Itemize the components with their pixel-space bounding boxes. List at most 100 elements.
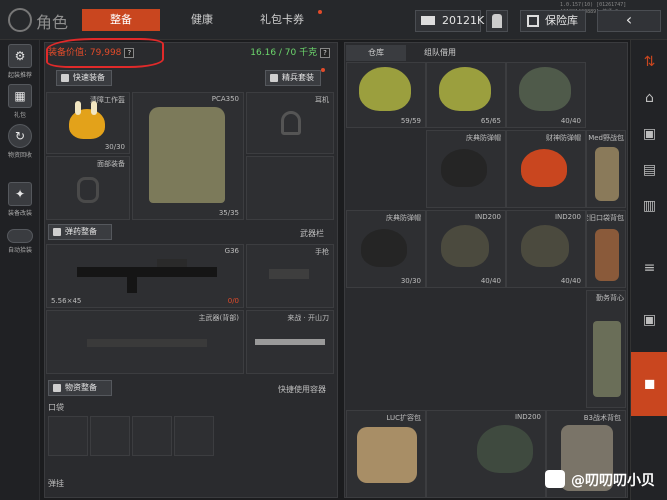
inventory-item[interactable]: 庆典防弹帽 30/30	[346, 210, 426, 288]
rifle-scope-icon	[157, 259, 187, 267]
inventory-item[interactable]: 59/59	[346, 62, 426, 128]
quick-equip-button[interactable]: 快速装备	[56, 70, 112, 86]
inventory-item[interactable]: Med野战包	[586, 130, 626, 208]
inventory-item[interactable]: 老旧口袋背包	[586, 210, 626, 288]
close-button[interactable]: ‹	[597, 10, 661, 32]
slot-label: 耳机	[315, 96, 329, 104]
character-icon	[492, 14, 502, 28]
machete-icon	[255, 339, 325, 345]
bunny-ear-icon	[75, 101, 81, 115]
gear-icon: ⚙	[8, 44, 32, 68]
back-weapon-slot[interactable]: 主武器(背部)	[46, 310, 244, 374]
elite-set-button[interactable]: 精兵套装	[265, 70, 321, 86]
page-title: 角色	[36, 13, 69, 32]
currency-button[interactable]: 20121K	[415, 10, 485, 32]
category-gear[interactable]: ◼	[631, 352, 667, 416]
supply-icon	[53, 384, 61, 392]
pocket-slot[interactable]	[174, 416, 214, 456]
durability: 30/30	[400, 277, 421, 285]
bag-icon	[595, 147, 619, 201]
category-sidebar: ⇅ ⌂ ▣ ▤ ▥ ≡ ▣ ◼	[630, 40, 667, 500]
category-equipment[interactable]: ▤	[631, 152, 667, 188]
watermark-logo-icon	[545, 470, 565, 488]
sidebar-label: 自动拾装	[7, 247, 32, 254]
earpiece-slot[interactable]: 耳机	[246, 92, 334, 154]
vest-icon: ◼	[643, 376, 656, 392]
inventory-item[interactable]: LUC扩容包	[346, 410, 426, 498]
elite-set-label: 精兵套装	[282, 73, 314, 82]
sidebar-item-mods[interactable]: ✦ 装备改装	[4, 182, 36, 217]
helmet-icon	[361, 229, 407, 267]
tab-warehouse[interactable]: 仓库	[346, 45, 406, 61]
empty-slot[interactable]	[246, 156, 334, 220]
rifle-silhouette-icon	[87, 339, 207, 347]
durability: 40/40	[480, 277, 501, 285]
supply-button[interactable]: 物资整备	[48, 380, 112, 396]
ammo-icon	[53, 228, 61, 236]
rifle-grip-icon	[127, 275, 137, 293]
inventory-item[interactable]: IND200 40/40	[506, 210, 586, 288]
helmet-icon	[359, 67, 411, 111]
sort-icon[interactable]: ⇅	[631, 44, 667, 80]
face-slot[interactable]: 面部装备	[46, 156, 130, 220]
character-button[interactable]	[486, 10, 508, 32]
slot-label: PCA350	[211, 95, 239, 103]
tab-team-borrow[interactable]: 组队借用	[410, 45, 470, 61]
sidebar-item-loadout-recommend[interactable]: ⚙ 起装推荐	[4, 44, 36, 79]
tab-gift-cards[interactable]: 礼包卡券	[252, 9, 312, 31]
weight-help-icon[interactable]: ?	[320, 48, 330, 58]
durability: 65/65	[480, 117, 501, 125]
helmet-icon	[477, 425, 533, 473]
vault-icon	[527, 15, 539, 27]
melee-slot[interactable]: 来战 · 开山刀	[246, 310, 334, 374]
tab-health[interactable]: 健康	[172, 9, 232, 31]
category-ammo[interactable]: ▣	[631, 116, 667, 152]
bag-icon	[595, 229, 619, 281]
sidebar-item-recycle[interactable]: ↻ 物资回收	[4, 124, 36, 159]
pocket-slot[interactable]	[48, 416, 88, 456]
category-all[interactable]: ⌂	[631, 80, 667, 116]
inventory-item[interactable]: 庆典防弹帽	[426, 130, 506, 208]
currency-amount: 20121K	[442, 14, 485, 27]
sidebar-item-gift[interactable]: ▦ 礼包	[4, 84, 36, 119]
sidebar-item-auto-loot[interactable]: 自动拾装	[4, 224, 36, 254]
sidebar-label: 装备改装	[7, 210, 32, 217]
pistol-slot[interactable]: 手枪	[246, 244, 334, 308]
item-name: IND200	[554, 213, 581, 221]
ammo-label: 弹药整备	[65, 227, 97, 236]
body-armor-icon	[149, 107, 225, 203]
inventory-item[interactable]: IND200	[426, 410, 546, 498]
inventory-item[interactable]: 勤务背心	[586, 290, 626, 408]
inventory-item[interactable]: 65/65	[426, 62, 506, 128]
helmet-icon	[441, 149, 487, 187]
slot-label: 来战 · 开山刀	[287, 314, 329, 322]
inventory-item[interactable]: 财神防弹帽	[506, 130, 586, 208]
durability: 40/40	[560, 277, 581, 285]
bunny-ear-icon	[91, 101, 97, 115]
inventory-item[interactable]: 40/40	[506, 62, 586, 128]
helmet-slot[interactable]: 清障工作盔 30/30	[46, 92, 130, 154]
gift-icon: ▦	[8, 84, 32, 108]
box-icon: ▤	[642, 162, 657, 178]
vault-button[interactable]: 保险库	[520, 10, 586, 32]
back-logo-icon[interactable]	[8, 8, 32, 32]
primary-weapon-slot[interactable]: G36 5.56×45 0/0	[46, 244, 244, 308]
ammo-type: 5.56×45	[51, 297, 82, 305]
toggle-icon	[7, 229, 33, 243]
inventory-item[interactable]: IND200 40/40	[426, 210, 506, 288]
pocket-slot[interactable]	[132, 416, 172, 456]
category-weapons[interactable]: ≡	[631, 250, 667, 286]
notification-dot	[321, 68, 325, 72]
item-name: B3战术背包	[583, 414, 621, 422]
tab-equip[interactable]: 整备	[82, 9, 160, 31]
pocket-slot[interactable]	[90, 416, 130, 456]
weapon-name: G36	[224, 247, 239, 255]
home-icon: ⌂	[645, 90, 654, 106]
rifle-icon: ≡	[643, 260, 656, 276]
ammo-box-icon: ▣	[642, 126, 657, 142]
category-supplies[interactable]: ▣	[631, 302, 667, 338]
set-icon	[270, 74, 278, 82]
category-accessories[interactable]: ▥	[631, 188, 667, 224]
ammo-button[interactable]: 弹药整备	[48, 224, 112, 240]
armor-slot[interactable]: PCA350 35/35	[132, 92, 244, 220]
